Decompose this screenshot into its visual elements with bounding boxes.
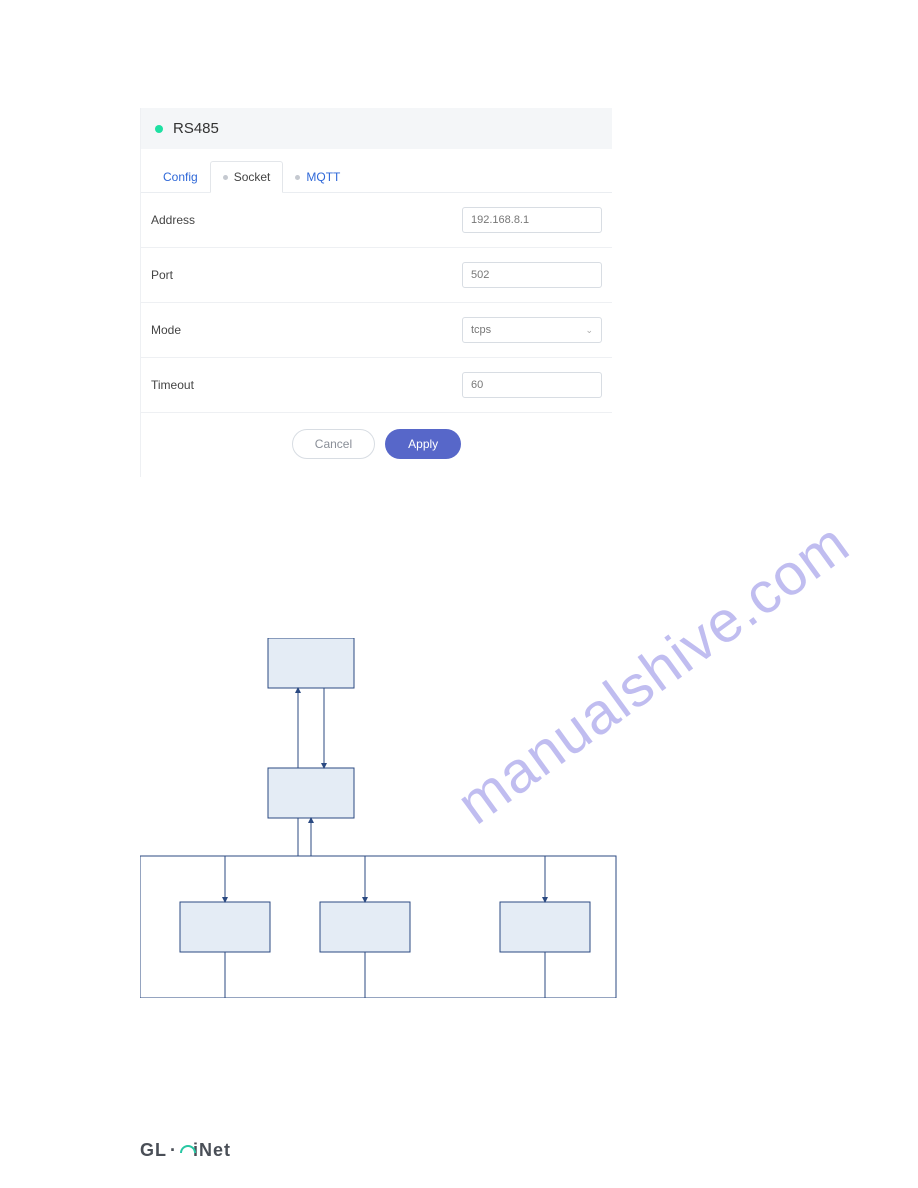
panel-title: RS485 (173, 120, 219, 137)
panel-header: RS485 (141, 108, 612, 149)
port-input[interactable] (462, 262, 602, 288)
rs485-panel: RS485 Config Socket MQTT Address Port Mo (140, 108, 612, 477)
mode-select[interactable]: tcps ⌄ (462, 317, 602, 343)
tab-dot-icon (223, 175, 228, 180)
mode-value: tcps (471, 324, 491, 336)
brand-logo: GL · iNet (140, 1140, 231, 1161)
row-address: Address (141, 193, 612, 248)
row-timeout: Timeout (141, 358, 612, 413)
tab-socket-label: Socket (234, 170, 271, 184)
row-port: Port (141, 248, 612, 303)
row-mode: Mode tcps ⌄ (141, 303, 612, 358)
timeout-label: Timeout (151, 378, 194, 392)
chevron-down-icon: ⌄ (585, 325, 593, 336)
apply-button[interactable]: Apply (385, 429, 461, 459)
mode-label: Mode (151, 323, 181, 337)
status-dot-icon (155, 125, 163, 133)
tab-bar: Config Socket MQTT (141, 149, 612, 193)
tab-config[interactable]: Config (151, 162, 210, 192)
port-label: Port (151, 268, 173, 282)
address-input[interactable] (462, 207, 602, 233)
tab-mqtt[interactable]: MQTT (283, 162, 352, 192)
address-label: Address (151, 213, 195, 227)
dot-icon: · (170, 1140, 177, 1161)
tab-socket[interactable]: Socket (210, 161, 284, 193)
tab-dot-icon (295, 175, 300, 180)
logo-left: GL (140, 1140, 167, 1161)
flow-diagram (140, 638, 620, 998)
cancel-button[interactable]: Cancel (292, 429, 375, 459)
tab-config-label: Config (163, 170, 198, 184)
tab-mqtt-label: MQTT (306, 170, 340, 184)
wifi-icon (180, 1145, 192, 1157)
logo-right: iNet (193, 1140, 231, 1161)
action-row: Cancel Apply (141, 413, 612, 477)
timeout-input[interactable] (462, 372, 602, 398)
